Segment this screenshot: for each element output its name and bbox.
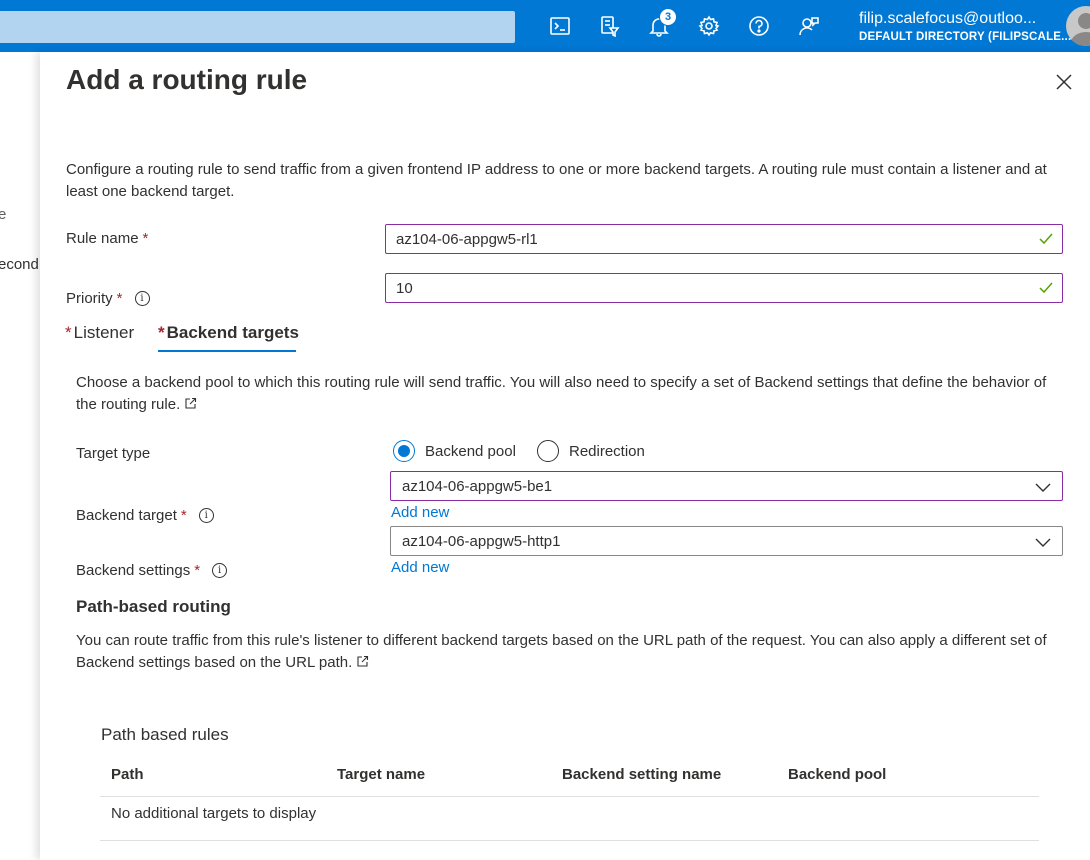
valid-check-icon (1039, 282, 1053, 294)
page-title: Add a routing rule (66, 64, 308, 95)
chevron-down-icon (1035, 538, 1051, 547)
active-tab-indicator (158, 350, 296, 352)
rule-name-input[interactable] (386, 225, 1062, 253)
column-header-backend-setting-name: Backend setting name (562, 766, 722, 783)
external-link-icon[interactable] (356, 655, 369, 668)
account-email: filip.scalefocus@outloo... (859, 10, 1037, 27)
directory-filter-icon[interactable] (597, 14, 621, 38)
cloud-shell-icon[interactable] (548, 14, 572, 38)
search-bar[interactable] (0, 11, 515, 43)
top-navigation-bar: 3 filip.scalefocus@outloo... DEFAULT DIR… (0, 0, 1090, 52)
add-new-backend-target-link[interactable]: Add new (391, 504, 449, 521)
account-directory: DEFAULT DIRECTORY (FILIPSCALE... (859, 31, 1072, 43)
backend-target-dropdown[interactable]: az104-06-appgw5-be1 (390, 471, 1063, 501)
table-divider (100, 796, 1039, 797)
info-icon[interactable]: i (198, 508, 214, 523)
add-new-backend-settings-link[interactable]: Add new (391, 559, 449, 576)
feedback-icon[interactable] (797, 14, 821, 38)
path-routing-description: You can route traffic from this rule's l… (76, 632, 1047, 671)
valid-check-icon (1039, 233, 1053, 245)
external-link-icon[interactable] (184, 397, 197, 410)
column-header-target-name: Target name (337, 766, 426, 783)
table-divider (100, 840, 1039, 841)
backend-description: Choose a backend pool to which this rout… (76, 374, 1047, 413)
priority-input[interactable] (386, 274, 1062, 302)
backend-target-label: Backend target * i (76, 507, 214, 524)
chevron-down-icon (1035, 483, 1051, 492)
background-text: econd (0, 256, 39, 273)
column-header-path: Path (111, 766, 144, 783)
radio-backend-pool[interactable]: Backend pool (393, 440, 516, 462)
empty-table-message: No additional targets to display (111, 805, 317, 822)
path-based-routing-heading: Path-based routing (76, 597, 231, 616)
routing-rule-panel: Add a routing rule Configure a routing r… (40, 52, 1090, 860)
target-type-label: Target type (76, 445, 151, 462)
backend-settings-dropdown[interactable]: az104-06-appgw5-http1 (390, 526, 1063, 556)
tab-backend-targets[interactable]: * Backend targets (158, 323, 299, 343)
info-icon[interactable]: i (134, 291, 150, 306)
help-icon[interactable] (747, 14, 771, 38)
account-menu[interactable]: filip.scalefocus@outloo... DEFAULT DIREC… (859, 9, 1071, 45)
background-blade: e econd (0, 52, 40, 860)
column-header-backend-pool: Backend pool (788, 766, 887, 783)
settings-icon[interactable] (697, 14, 721, 38)
info-icon[interactable]: i (212, 563, 228, 578)
panel-description: Configure a routing rule to send traffic… (66, 161, 1047, 200)
rule-name-field[interactable] (385, 224, 1063, 254)
rule-name-label: Rule name * (66, 230, 149, 247)
priority-field[interactable] (385, 273, 1063, 303)
priority-label: Priority * i (66, 290, 150, 307)
close-icon[interactable] (1054, 72, 1074, 92)
notification-count-badge: 3 (659, 8, 677, 26)
radio-redirection[interactable]: Redirection (537, 440, 645, 462)
path-based-rules-heading: Path based rules (101, 725, 229, 744)
tab-listener[interactable]: * Listener (65, 323, 134, 343)
backend-settings-label: Backend settings * i (76, 562, 228, 579)
background-text: e (0, 206, 7, 223)
